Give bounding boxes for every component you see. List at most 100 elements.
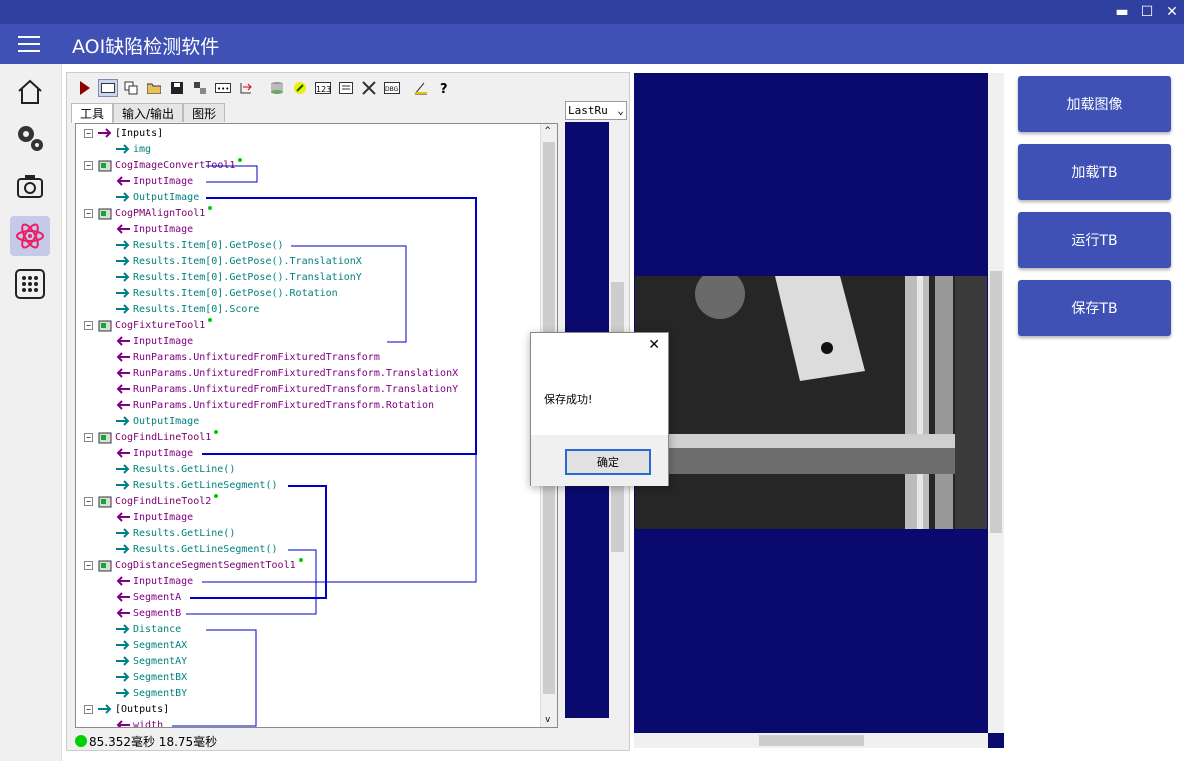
copy-icon[interactable]	[121, 79, 141, 97]
tree-terminal-node[interactable]: InputImage	[116, 574, 193, 590]
expander-icon[interactable]: −	[84, 497, 93, 506]
database-icon[interactable]	[267, 79, 287, 97]
tree-terminal-node[interactable]: img	[116, 142, 151, 158]
expander-icon[interactable]: −	[84, 161, 93, 170]
tree-terminal-node[interactable]: RunParams.UnfixturedFromFixturedTransfor…	[116, 382, 458, 398]
tree-group-node[interactable]: − [Inputs]	[84, 126, 163, 142]
tree-terminal-node[interactable]: OutputImage	[116, 190, 199, 206]
expander-icon[interactable]: −	[84, 433, 93, 442]
tree-terminal-node[interactable]: SegmentA	[116, 590, 181, 606]
tree-tool-node[interactable]: − CogFixtureTool1	[84, 318, 213, 334]
save-tb-button[interactable]: 保存TB	[1018, 280, 1171, 336]
load-image-button[interactable]: 加载图像	[1018, 76, 1171, 132]
settings-icon[interactable]	[190, 79, 210, 97]
tree-terminal-node[interactable]: OutputImage	[116, 414, 199, 430]
tree-terminal-node[interactable]: InputImage	[116, 510, 193, 526]
expander-icon[interactable]: −	[84, 129, 93, 138]
expander-icon[interactable]: −	[84, 561, 93, 570]
tree-terminal-node[interactable]: Results.GetLine()	[116, 526, 235, 542]
close-window-button[interactable]: ✕	[1162, 2, 1182, 22]
tab-graphics[interactable]: 图形	[183, 103, 226, 122]
tree-terminal-node[interactable]: SegmentB	[116, 606, 181, 622]
tree-terminal-node[interactable]: SegmentAX	[116, 638, 187, 654]
image-vscroll[interactable]	[988, 73, 1004, 733]
image-display[interactable]	[634, 73, 1004, 748]
tree-terminal-node[interactable]: SegmentBY	[116, 686, 187, 702]
tree-terminal-node[interactable]: Results.Item[0].GetPose().TranslationX	[116, 254, 362, 270]
save-icon[interactable]	[167, 79, 187, 97]
tree-tool-node[interactable]: − CogFindLineTool1	[84, 430, 219, 446]
ok-button[interactable]: 确定	[565, 449, 651, 475]
nav-grid-icon[interactable]	[10, 264, 50, 304]
nav-settings-icon[interactable]	[10, 118, 50, 158]
tool-tree[interactable]: − [Inputs] img − CogImageConvertTool1 InputIm…	[75, 123, 558, 728]
minimize-button[interactable]: ▬	[1112, 2, 1132, 22]
maximize-button[interactable]: ☐	[1137, 2, 1157, 22]
tab-io[interactable]: 输入/输出	[113, 103, 184, 122]
tree-terminal-node[interactable]: Results.Item[0].Score	[116, 302, 259, 318]
expander-icon[interactable]: −	[84, 209, 93, 218]
tab-tools[interactable]: 工具	[71, 103, 114, 123]
run-tb-button[interactable]: 运行TB	[1018, 212, 1171, 268]
tree-terminal-node[interactable]: SegmentBX	[116, 670, 187, 686]
numeric-icon[interactable]: 123	[313, 79, 333, 97]
tree-node-label: Results.Item[0].GetPose().TranslationY	[133, 272, 362, 283]
tree-group-node[interactable]: − [Outputs]	[84, 702, 169, 718]
tree-terminal-node[interactable]: RunParams.UnfixturedFromFixturedTransfor…	[116, 398, 434, 414]
status-dot-icon	[298, 558, 303, 562]
nav-camera-icon[interactable]	[10, 166, 50, 206]
tree-node-label: SegmentBY	[133, 688, 188, 699]
status-dot-icon	[208, 318, 213, 322]
tree-node-label: Results.Item[0].GetPose().TranslationX	[133, 256, 362, 267]
tree-tool-node[interactable]: − CogFindLineTool2	[84, 494, 219, 510]
inspection-image	[635, 276, 987, 529]
tree-node-label: CogImageConvertTool1	[115, 160, 236, 171]
nav-home-icon[interactable]	[10, 72, 50, 112]
tool-icon	[98, 496, 112, 508]
tools-icon[interactable]	[359, 79, 379, 97]
tree-terminal-node[interactable]: InputImage	[116, 222, 193, 238]
tree-tool-node[interactable]: − CogPMAlignTool1	[84, 206, 213, 222]
terminal-icon[interactable]: •••	[213, 79, 233, 97]
display-icon[interactable]	[98, 79, 118, 97]
tree-tool-node[interactable]: − CogDistanceSegmentSegmentTool1	[84, 558, 303, 574]
tree-node-label: width	[133, 720, 164, 728]
tree-terminal-node[interactable]: InputImage	[116, 174, 193, 190]
open-icon[interactable]	[144, 79, 164, 97]
tree-tool-node[interactable]: − CogImageConvertTool1	[84, 158, 243, 174]
output-arrow-icon	[116, 144, 130, 154]
menu-icon[interactable]	[18, 36, 40, 52]
tree-terminal-node[interactable]: SegmentAY	[116, 654, 187, 670]
lastrun-select[interactable]: LastRu ⌄	[565, 101, 627, 120]
tree-terminal-node[interactable]: Results.GetLineSegment()	[116, 478, 278, 494]
tree-node-label: CogFindLineTool2	[115, 496, 212, 507]
tree-terminal-node[interactable]: Results.Item[0].GetPose().TranslationY	[116, 270, 362, 286]
close-icon[interactable]: ✕	[648, 337, 660, 353]
tree-node-label: InputImage	[133, 336, 194, 347]
nav-atom-icon[interactable]	[10, 216, 50, 256]
debug-icon[interactable]: DBG	[382, 79, 402, 97]
tree-terminal-node[interactable]: Results.GetLine()	[116, 462, 235, 478]
tree-terminal-node[interactable]: Results.GetLineSegment()	[116, 542, 278, 558]
run-icon[interactable]	[75, 79, 95, 97]
tree-terminal-node[interactable]: InputImage	[116, 334, 193, 350]
tree-terminal-node[interactable]: Results.Item[0].GetPose()	[116, 238, 284, 254]
script-icon[interactable]	[290, 79, 310, 97]
tree-terminal-node[interactable]: width	[116, 718, 164, 728]
import-icon[interactable]	[236, 79, 256, 97]
tree-node-label: Results.Item[0].GetPose()	[133, 240, 284, 251]
help-icon[interactable]: ?	[434, 79, 454, 97]
list-icon[interactable]	[336, 79, 356, 97]
expander-icon[interactable]: −	[84, 705, 93, 714]
image-hscroll[interactable]	[634, 733, 988, 748]
expander-icon[interactable]: −	[84, 321, 93, 330]
load-tb-button[interactable]: 加载TB	[1018, 144, 1171, 200]
output-arrow-icon	[116, 528, 130, 538]
tree-terminal-node[interactable]: RunParams.UnfixturedFromFixturedTransfor…	[116, 350, 380, 366]
tree-terminal-node[interactable]: Results.Item[0].GetPose().Rotation	[116, 286, 338, 302]
tree-terminal-node[interactable]: InputImage	[116, 446, 193, 462]
tree-terminal-node[interactable]: Distance	[116, 622, 181, 638]
tree-terminal-node[interactable]: RunParams.UnfixturedFromFixturedTransfor…	[116, 366, 458, 382]
measure-icon[interactable]	[411, 79, 431, 97]
tree-node-label: RunParams.UnfixturedFromFixturedTransfor…	[133, 400, 435, 411]
